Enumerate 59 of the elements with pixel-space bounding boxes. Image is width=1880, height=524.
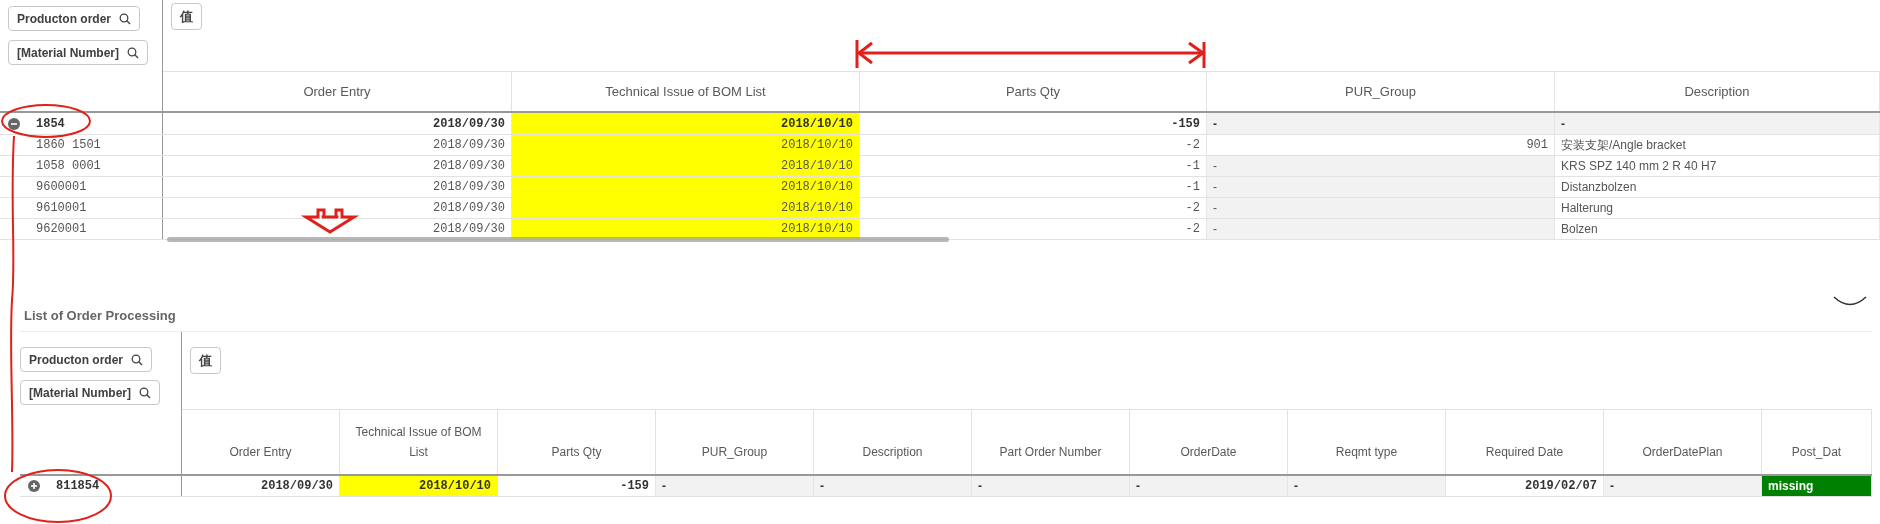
row-label: 9620001: [36, 221, 87, 238]
table-cell: -: [1288, 476, 1446, 496]
collapse-icon[interactable]: [8, 117, 20, 130]
table-cell: 2018/10/10: [340, 476, 498, 496]
search-icon: [131, 353, 143, 366]
dimension-filter-button[interactable]: [Material Number]: [8, 40, 149, 65]
arc-icon: [1833, 296, 1867, 306]
values-button[interactable]: 值: [171, 3, 202, 30]
column-header[interactable]: Parts Qty: [860, 72, 1207, 111]
column-header[interactable]: Technical Issue of BOM List: [512, 72, 860, 111]
table-cell: -: [814, 476, 972, 496]
column-header[interactable]: OrderDatePlan: [1604, 410, 1762, 474]
column-header[interactable]: Description: [814, 410, 972, 474]
table-cell: -: [1130, 476, 1288, 496]
column-header[interactable]: OrderDate: [1130, 410, 1288, 474]
column-header[interactable]: Required Date: [1446, 410, 1604, 474]
row-label: 1860 1501: [36, 137, 101, 154]
search-icon: [139, 386, 152, 399]
column-header[interactable]: Post_Dat: [1762, 410, 1872, 474]
table-cell: 2018/10/10: [512, 135, 860, 155]
column-header[interactable]: Reqmt type: [1288, 410, 1446, 474]
row-label: 9600001: [36, 179, 87, 196]
column-header[interactable]: PUR_Group: [656, 410, 814, 474]
table-cell: -: [1207, 113, 1555, 134]
column-header[interactable]: PUR_Group: [1207, 72, 1555, 111]
row-label: 1854: [36, 115, 65, 133]
values-button[interactable]: 值: [190, 347, 221, 374]
expand-icon[interactable]: [28, 480, 40, 492]
table-cell: -: [1555, 113, 1880, 134]
chart-title: List of Order Processing: [23, 306, 176, 325]
dimension-filter-button[interactable]: Producton order: [8, 6, 140, 31]
column-header[interactable]: Order Entry: [163, 72, 512, 111]
row-label: 1058 0001: [36, 158, 101, 175]
table-cell: -: [1207, 156, 1555, 176]
table-cell: -: [1207, 198, 1555, 218]
table-cell: -: [656, 476, 814, 496]
table-cell: 2018/10/10: [512, 177, 860, 197]
scrollbar[interactable]: [167, 237, 949, 242]
column-header[interactable]: Description: [1555, 72, 1880, 111]
down-arrow-icon: [300, 208, 360, 234]
table-cell: -: [1207, 177, 1555, 197]
table-cell: 2018/10/10: [512, 219, 860, 239]
table-cell: -: [972, 476, 1130, 496]
search-icon: [119, 12, 131, 25]
column-header[interactable]: Order Entry: [182, 410, 340, 474]
row-label: 811854: [56, 478, 100, 495]
column-header[interactable]: Technical Issue of BOM List: [340, 410, 498, 474]
row-label: 9610001: [36, 200, 87, 217]
dimension-filter-button[interactable]: [Material Number]: [20, 380, 161, 405]
table-cell: -: [1207, 219, 1555, 239]
dimension-filter-button[interactable]: Producton order: [20, 347, 152, 372]
table-cell: 2018/10/10: [512, 156, 860, 176]
table-cell: -: [1604, 476, 1762, 496]
table-cell: 2018/10/10: [512, 198, 860, 218]
table-cell: 2018/10/10: [512, 113, 860, 134]
column-header[interactable]: Part Order Number: [972, 410, 1130, 474]
search-icon: [127, 46, 140, 59]
table-cell: missing: [1762, 476, 1872, 496]
column-header[interactable]: Parts Qty: [498, 410, 656, 474]
